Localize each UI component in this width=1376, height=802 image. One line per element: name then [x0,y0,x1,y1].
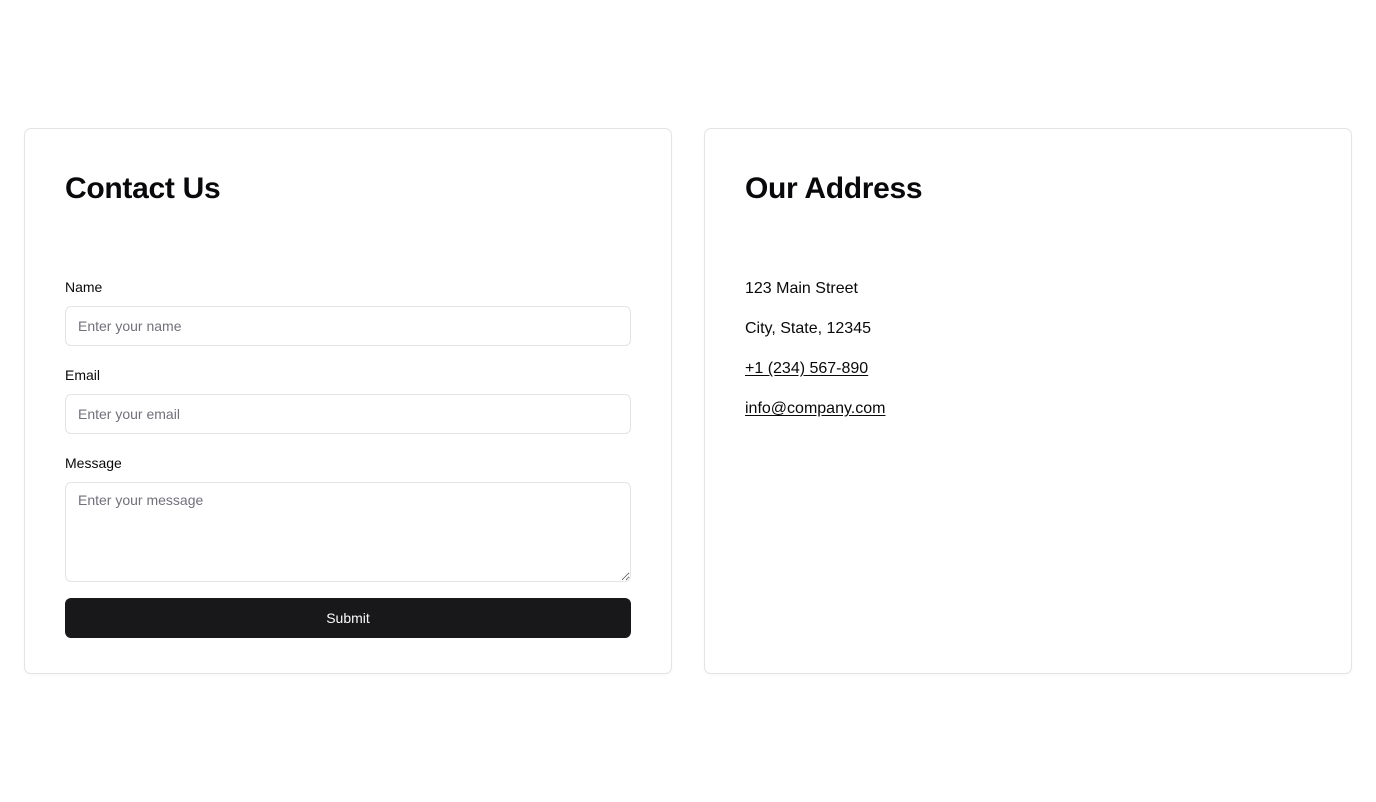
submit-button[interactable]: Submit [65,598,631,638]
address-title: Our Address [745,172,923,205]
name-label: Name [65,279,103,295]
contact-card: Contact Us Name Email Message Submit [24,128,672,674]
message-textarea[interactable] [65,482,631,582]
contact-form: Name Email Message Submit [65,277,631,638]
address-street: 123 Main Street [745,280,858,297]
page: Contact Us Name Email Message Submit Our… [0,0,1376,802]
phone-link[interactable]: +1 (234) 567-890 [745,360,868,377]
message-label: Message [65,455,122,471]
email-input[interactable] [65,394,631,434]
email-link[interactable]: info@company.com [745,400,885,417]
address-city: City, State, 12345 [745,320,871,337]
contact-title: Contact Us [65,172,221,205]
email-label: Email [65,367,101,383]
name-input[interactable] [65,306,631,346]
address-card: Our Address 123 Main Street City, State,… [704,128,1352,674]
address-block: 123 Main Street City, State, 12345 +1 (2… [745,277,1311,421]
